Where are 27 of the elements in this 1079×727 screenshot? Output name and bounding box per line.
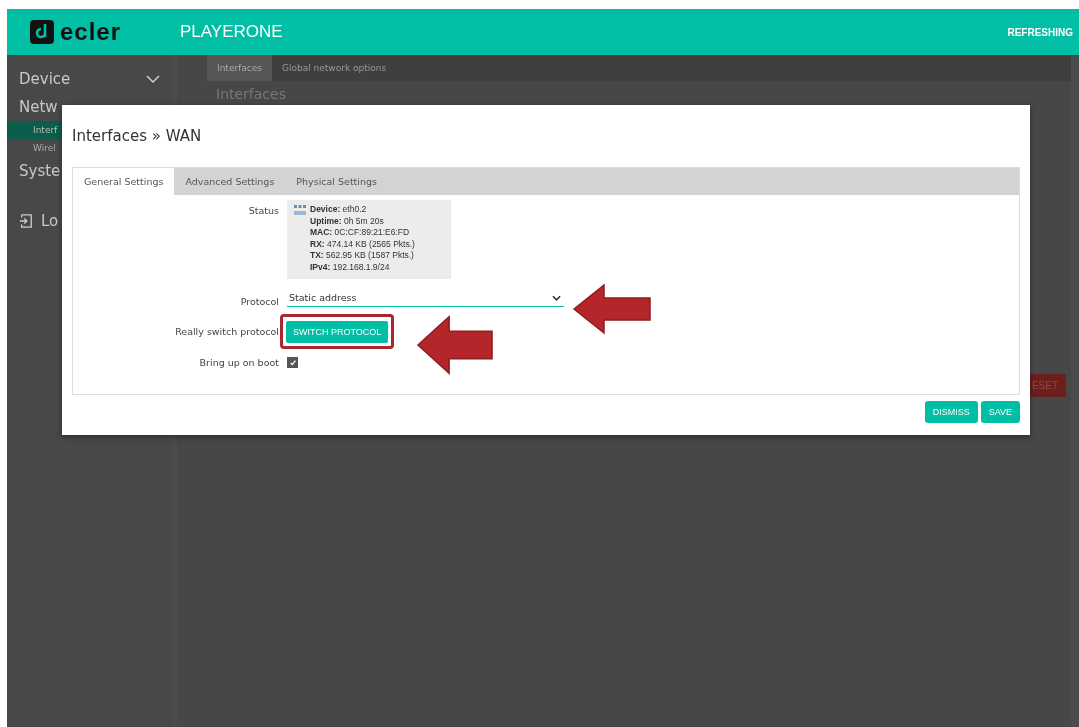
status-line: TX: 562.95 KB (1587 Pkts.) <box>310 250 415 262</box>
caret-icon <box>552 294 561 301</box>
brand-name: ecler <box>60 18 122 46</box>
page-tab[interactable]: Interfaces <box>207 55 272 81</box>
status-line: MAC: 0C:CF:89:21:E6:FD <box>310 227 411 239</box>
modal-title: Interfaces » WAN <box>72 126 203 147</box>
settings-tab[interactable]: Physical Settings <box>285 168 388 195</box>
refresh-status: REFRESHING <box>1007 26 1074 38</box>
field-label: Protocol <box>239 296 279 307</box>
page-tab[interactable]: Global network options <box>272 55 397 81</box>
field-label: Really switch protocol <box>174 326 279 337</box>
field-label: Status <box>247 204 279 216</box>
status-line: Device: eth0.2 <box>310 204 368 216</box>
logo-icon <box>30 20 54 44</box>
protocol-select[interactable]: Static address <box>287 289 564 307</box>
settings-tab[interactable]: General Settings <box>73 168 175 195</box>
sidebar-item[interactable]: Lo <box>7 207 172 235</box>
status-line: IPv4: 192.168.1.9/24 <box>310 261 391 273</box>
field-label: Bring up on boot <box>198 357 279 368</box>
product-name: PLAYERONE <box>180 22 283 42</box>
sidebar-item[interactable]: Device <box>7 65 172 93</box>
status-line: Uptime: 0h 5m 20s <box>310 215 385 227</box>
status-line: RX: 474.14 KB (2565 Pkts.) <box>310 238 415 250</box>
boot-checkbox[interactable] <box>287 357 298 368</box>
network-icon <box>293 204 307 216</box>
settings-tab[interactable]: Advanced Settings <box>174 168 286 195</box>
logout-icon <box>19 214 33 228</box>
